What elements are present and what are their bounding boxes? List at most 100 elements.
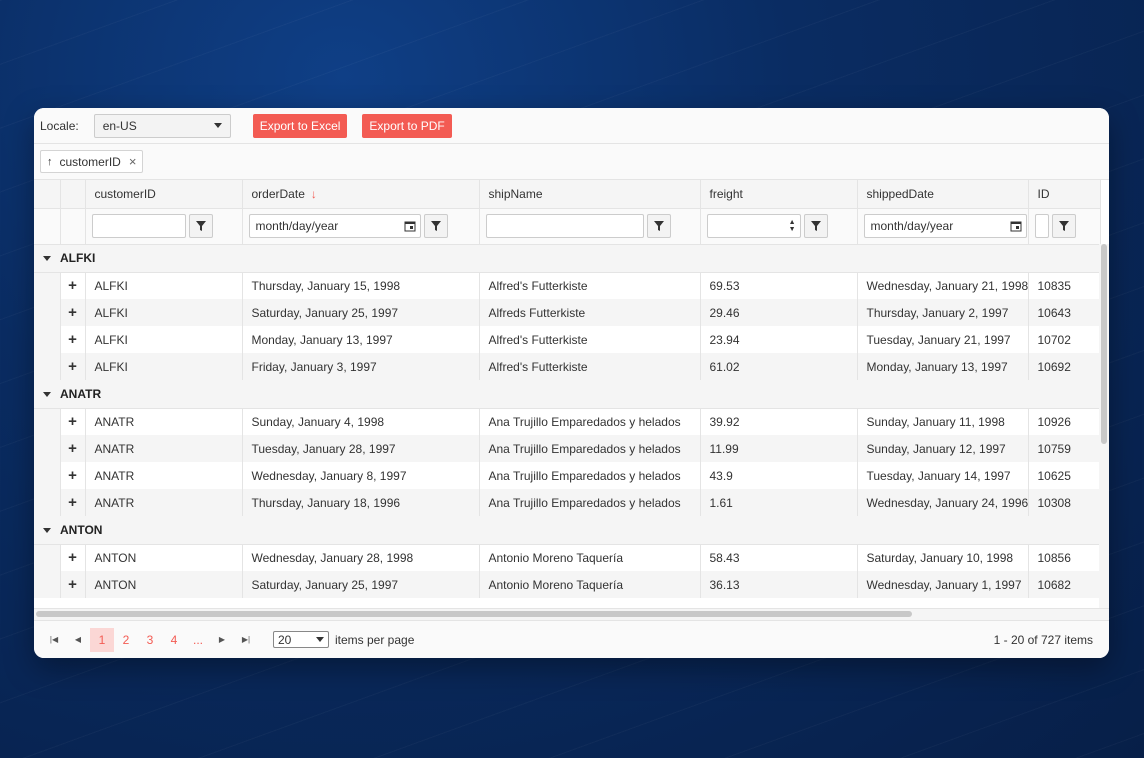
filter-icon[interactable] [646,214,671,238]
expand-row-icon[interactable]: + [60,326,86,353]
cell-orderdate[interactable]: Friday, January 3, 1997 [242,353,480,380]
cell-shipname[interactable]: Alfred's Futterkiste [479,353,701,380]
cell-customerid[interactable]: ANATR [85,435,243,462]
collapse-group-icon[interactable] [43,527,51,533]
expand-row-icon[interactable]: + [60,353,86,380]
table-row[interactable]: + ALFKI Thursday, January 15, 1998 Alfred's… [34,272,1101,299]
table-row[interactable]: + ANATR Wednesday, January 8, 1997 Ana Truj… [34,462,1101,489]
calendar-icon[interactable] [1010,220,1022,232]
cell-shippeddate[interactable]: Wednesday, January 24, 1996 [857,489,1029,516]
export-excel-button[interactable]: Export to Excel [252,113,348,138]
cell-shippeddate[interactable]: Sunday, January 12, 1997 [857,435,1029,462]
table-row[interactable]: + ANATR Sunday, January 4, 1998 Ana Trujill… [34,408,1101,435]
page-size-select[interactable]: 20 [273,631,329,648]
cell-shipname[interactable]: Ana Trujillo Emparedados y helados [479,435,701,462]
cell-id[interactable]: 10682 [1028,571,1101,598]
cell-shippeddate[interactable]: Wednesday, January 1, 1997 [857,571,1029,598]
collapse-group-icon[interactable] [43,391,51,397]
cell-freight[interactable]: 36.13 [700,571,858,598]
cell-orderdate[interactable]: Saturday, January 25, 1997 [242,571,480,598]
cell-shipname[interactable]: Alfred's Futterkiste [479,272,701,299]
group-header-cell[interactable]: ANATR [34,380,1100,409]
cell-id[interactable]: 10692 [1028,353,1101,380]
export-pdf-button[interactable]: Export to PDF [362,113,452,138]
column-header-orderdate[interactable]: orderDate ↓ [242,180,480,209]
filter-input-orderdate[interactable]: month/day/year [248,214,421,238]
cell-orderdate[interactable]: Tuesday, January 28, 1997 [242,435,480,462]
cell-orderdate[interactable]: Thursday, January 18, 1996 [242,489,480,516]
cell-customerid[interactable]: ANATR [85,489,243,516]
column-header-shippeddate[interactable]: shippedDate [857,180,1029,209]
close-icon[interactable]: × [129,154,137,169]
filter-icon[interactable] [803,214,828,238]
filter-icon[interactable] [423,214,448,238]
table-row[interactable]: + ANTON Wednesday, January 28, 1998 Antonio… [34,544,1101,571]
cell-id[interactable]: 10643 [1028,299,1101,326]
cell-orderdate[interactable]: Thursday, January 15, 1998 [242,272,480,299]
cell-shipname[interactable]: Alfreds Futterkiste [479,299,701,326]
vertical-scrollbar-thumb[interactable] [1101,244,1107,444]
prev-page-icon[interactable]: ◀ [66,628,90,652]
expand-row-icon[interactable]: + [60,435,86,462]
cell-customerid[interactable]: ALFKI [85,326,243,353]
column-header-freight[interactable]: freight [700,180,858,209]
table-row[interactable]: + ALFKI Saturday, January 25, 1997 Alfreds … [34,299,1101,326]
cell-freight[interactable]: 29.46 [700,299,858,326]
cell-freight[interactable]: 69.53 [700,272,858,299]
arrow-up-icon[interactable]: ↑ [47,156,53,168]
group-row[interactable]: ANTON [34,516,1100,545]
last-page-icon[interactable]: ▶| [234,628,258,652]
first-page-icon[interactable]: |◀ [42,628,66,652]
expand-row-icon[interactable]: + [60,272,86,299]
filter-icon[interactable] [188,214,213,238]
horizontal-scrollbar-thumb[interactable] [36,611,912,617]
more-pages-button[interactable]: ... [186,628,210,652]
numeric-spinner-icon[interactable]: ▲ ▼ [789,219,796,233]
cell-shippeddate[interactable]: Thursday, January 2, 1997 [857,299,1029,326]
cell-customerid[interactable]: ALFKI [85,272,243,299]
cell-customerid[interactable]: ANTON [85,544,243,571]
cell-shippeddate[interactable]: Saturday, January 10, 1998 [857,544,1029,571]
cell-customerid[interactable]: ALFKI [85,299,243,326]
cell-shippeddate[interactable]: Monday, January 13, 1997 [857,353,1029,380]
expand-row-icon[interactable]: + [60,408,86,435]
cell-freight[interactable]: 1.61 [700,489,858,516]
expand-row-icon[interactable]: + [60,489,86,516]
table-row[interactable]: + ANATR Tuesday, January 28, 1997 Ana Truji… [34,435,1101,462]
cell-shipname[interactable]: Alfred's Futterkiste [479,326,701,353]
column-header-shipname[interactable]: shipName [479,180,701,209]
filter-input-shipname[interactable] [485,214,644,238]
table-row[interactable]: + ANATR Thursday, January 18, 1996 Ana Truj… [34,489,1101,516]
next-page-icon[interactable]: ▶ [210,628,234,652]
cell-id[interactable]: 10308 [1028,489,1101,516]
filter-input-id[interactable] [1034,214,1049,238]
cell-shippeddate[interactable]: Tuesday, January 21, 1997 [857,326,1029,353]
group-chip-customerid[interactable]: ↑ customerID × [40,150,144,173]
cell-id[interactable]: 10926 [1028,408,1101,435]
page-4-button[interactable]: 4 [162,628,186,652]
cell-orderdate[interactable]: Wednesday, January 8, 1997 [242,462,480,489]
cell-shipname[interactable]: Ana Trujillo Emparedados y helados [479,462,701,489]
cell-orderdate[interactable]: Saturday, January 25, 1997 [242,299,480,326]
filter-input-freight[interactable]: ▲ ▼ [706,214,801,238]
cell-freight[interactable]: 23.94 [700,326,858,353]
cell-freight[interactable]: 58.43 [700,544,858,571]
cell-id[interactable]: 10759 [1028,435,1101,462]
filter-input-shippeddate[interactable]: month/day/year [863,214,1027,238]
cell-customerid[interactable]: ANATR [85,408,243,435]
page-3-button[interactable]: 3 [138,628,162,652]
expand-row-icon[interactable]: + [60,544,86,571]
cell-shipname[interactable]: Antonio Moreno Taquería [479,571,701,598]
cell-orderdate[interactable]: Sunday, January 4, 1998 [242,408,480,435]
group-row[interactable]: ALFKI [34,244,1100,273]
expand-row-icon[interactable]: + [60,299,86,326]
cell-id[interactable]: 10625 [1028,462,1101,489]
cell-shipname[interactable]: Ana Trujillo Emparedados y helados [479,489,701,516]
group-row[interactable]: ANATR [34,380,1100,409]
table-row[interactable]: + ALFKI Monday, January 13, 1997 Alfred's F… [34,326,1101,353]
expand-row-icon[interactable]: + [60,571,86,598]
cell-orderdate[interactable]: Wednesday, January 28, 1998 [242,544,480,571]
collapse-group-icon[interactable] [43,256,51,261]
table-row[interactable]: + ALFKI Friday, January 3, 1997 Alfred's Fu… [34,353,1101,380]
cell-shippeddate[interactable]: Wednesday, January 21, 1998 [857,272,1029,299]
